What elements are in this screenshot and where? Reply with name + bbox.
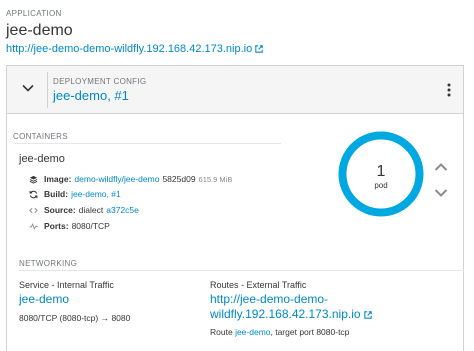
source-label: Source: [44,205,76,215]
image-label: Image: [44,174,72,184]
build-label: Build: [44,189,69,199]
deployment-header: DEPLOYMENT CONFIG jee-demo, #1 [7,66,463,114]
container-build-row: Build: jee-demo, #1 [29,189,121,199]
external-link-icon [363,311,372,319]
image-link[interactable]: demo-wildfly/jee-demo [74,174,159,184]
image-hash: 5825d09 [162,174,196,184]
code-icon [29,207,38,213]
container-ports-row: Ports: 8080/TCP [29,221,110,231]
container-name: jee-demo [19,153,65,165]
networking-divider [19,270,464,271]
source-commit-link[interactable]: a372c5e [106,205,139,215]
refresh-icon [29,190,38,198]
route-link[interactable]: http://jee-demo-demo-wildfly.192.168.42.… [210,292,410,322]
pulse-icon [29,222,38,230]
ports-value: 8080/TCP [71,221,110,231]
chevron-down-icon[interactable] [434,188,448,198]
routes-heading: Routes - External Traffic [210,280,307,290]
ports-label: Ports: [44,221,69,231]
application-name: jee-demo [6,22,73,39]
pod-count: 1 [376,163,386,180]
containers-label: CONTAINERS [13,132,68,141]
application-label: APPLICATION [6,9,62,18]
image-size: 615.9 MiB [198,174,233,184]
networking-label: NETWORKING [19,259,78,268]
container-source-row: Source: dialect a372c5e [29,205,139,215]
layers-icon [29,175,38,184]
containers-divider [13,143,281,144]
route-url-text: http://jee-demo-demo-wildfly.192.168.42.… [210,292,361,321]
application-route-text: http://jee-demo-demo-wildfly.192.168.42.… [6,43,253,55]
deployment-config-link[interactable]: jee-demo, #1 [53,88,129,103]
source-text: dialect [78,205,104,215]
pod-count-label: pod [374,181,388,190]
chevron-down-icon[interactable] [21,81,35,95]
external-link-icon [255,45,263,53]
container-image-row: Image: demo-wildfly/jee-demo 5825d09 615… [29,174,232,184]
route-name-link[interactable]: jee-demo [235,327,270,337]
header-divider [47,72,48,108]
chevron-up-icon[interactable] [434,162,448,172]
route-suffix: , target port 8080-tcp [270,327,350,337]
service-heading: Service - Internal Traffic [19,280,114,290]
route-prefix: Route [210,327,233,337]
kebab-icon[interactable] [447,83,451,97]
service-port-mapping: 8080/TCP (8080-tcp) → 8080 [19,313,131,323]
build-link[interactable]: jee-demo, #1 [71,189,121,199]
service-link[interactable]: jee-demo [19,292,69,306]
deployment-config-label: DEPLOYMENT CONFIG [53,77,147,86]
route-detail: Route jee-demo, target port 8080-tcp [210,327,349,337]
application-route-link[interactable]: http://jee-demo-demo-wildfly.192.168.42.… [6,43,263,55]
